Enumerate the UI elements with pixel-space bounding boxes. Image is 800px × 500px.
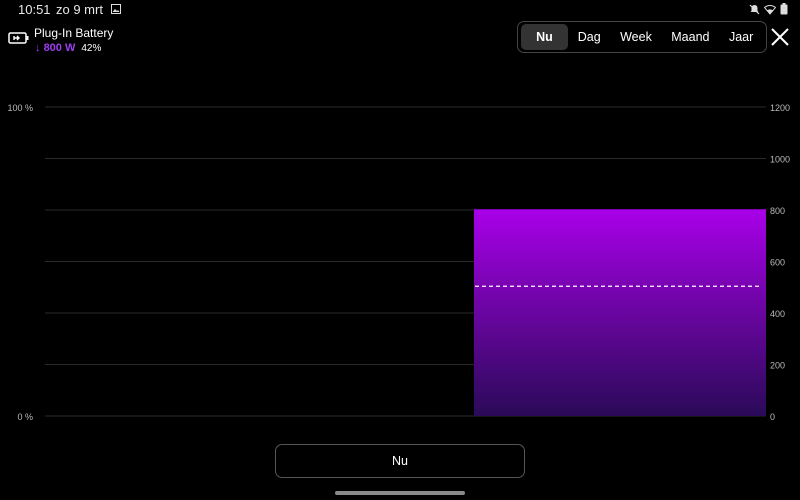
battery-status-icon xyxy=(780,3,788,15)
power-readout: ↓ 800 W 42% xyxy=(35,42,101,54)
close-icon[interactable] xyxy=(768,25,792,49)
mute-icon xyxy=(749,4,760,14)
right-tick-label: 400 xyxy=(770,309,785,319)
right-tick-label: 200 xyxy=(770,361,785,371)
status-time: 10:51 xyxy=(18,2,51,17)
state-of-charge: 42% xyxy=(81,42,102,54)
left-axis: 100 % 0 % xyxy=(7,103,33,422)
right-tick-label: 0 xyxy=(770,412,775,422)
status-date: zo 9 mrt xyxy=(56,2,103,17)
right-axis: 1200 1000 800 600 400 200 0 xyxy=(770,103,790,422)
power-watts: 800 W xyxy=(43,42,76,54)
right-tick-label: 600 xyxy=(770,258,785,268)
right-tick-label: 1200 xyxy=(770,103,790,113)
tab-dag[interactable]: Dag xyxy=(568,24,610,50)
tab-maand[interactable]: Maand xyxy=(662,24,720,50)
wifi-icon xyxy=(764,4,776,15)
left-tick-label: 0 % xyxy=(17,412,33,422)
app-screen: 10:51 zo 9 mrt Plug-In Battery ↓ 800 W 4… xyxy=(0,0,800,500)
right-tick-label: 800 xyxy=(770,206,785,216)
image-icon xyxy=(111,4,121,14)
power-chart: 100 % 0 % 1200 1000 800 600 400 200 0 xyxy=(7,103,790,422)
power-value: ↓ 800 W xyxy=(35,42,75,54)
tab-nu[interactable]: Nu xyxy=(521,24,568,50)
tab-jaar[interactable]: Jaar xyxy=(719,24,763,50)
tab-week[interactable]: Week xyxy=(610,24,661,50)
plug-in-battery-icon xyxy=(8,32,29,44)
down-arrow-icon: ↓ xyxy=(35,42,41,54)
status-icons xyxy=(749,3,788,15)
left-tick-label: 100 % xyxy=(7,103,33,113)
device-name: Plug-In Battery xyxy=(34,26,114,40)
bars xyxy=(473,209,766,416)
range-button[interactable]: Nu xyxy=(275,444,525,478)
power-bar xyxy=(473,210,766,416)
right-tick-label: 1000 xyxy=(770,155,790,165)
period-tabs: Nu Dag Week Maand Jaar xyxy=(517,21,767,53)
home-indicator[interactable] xyxy=(335,491,465,495)
